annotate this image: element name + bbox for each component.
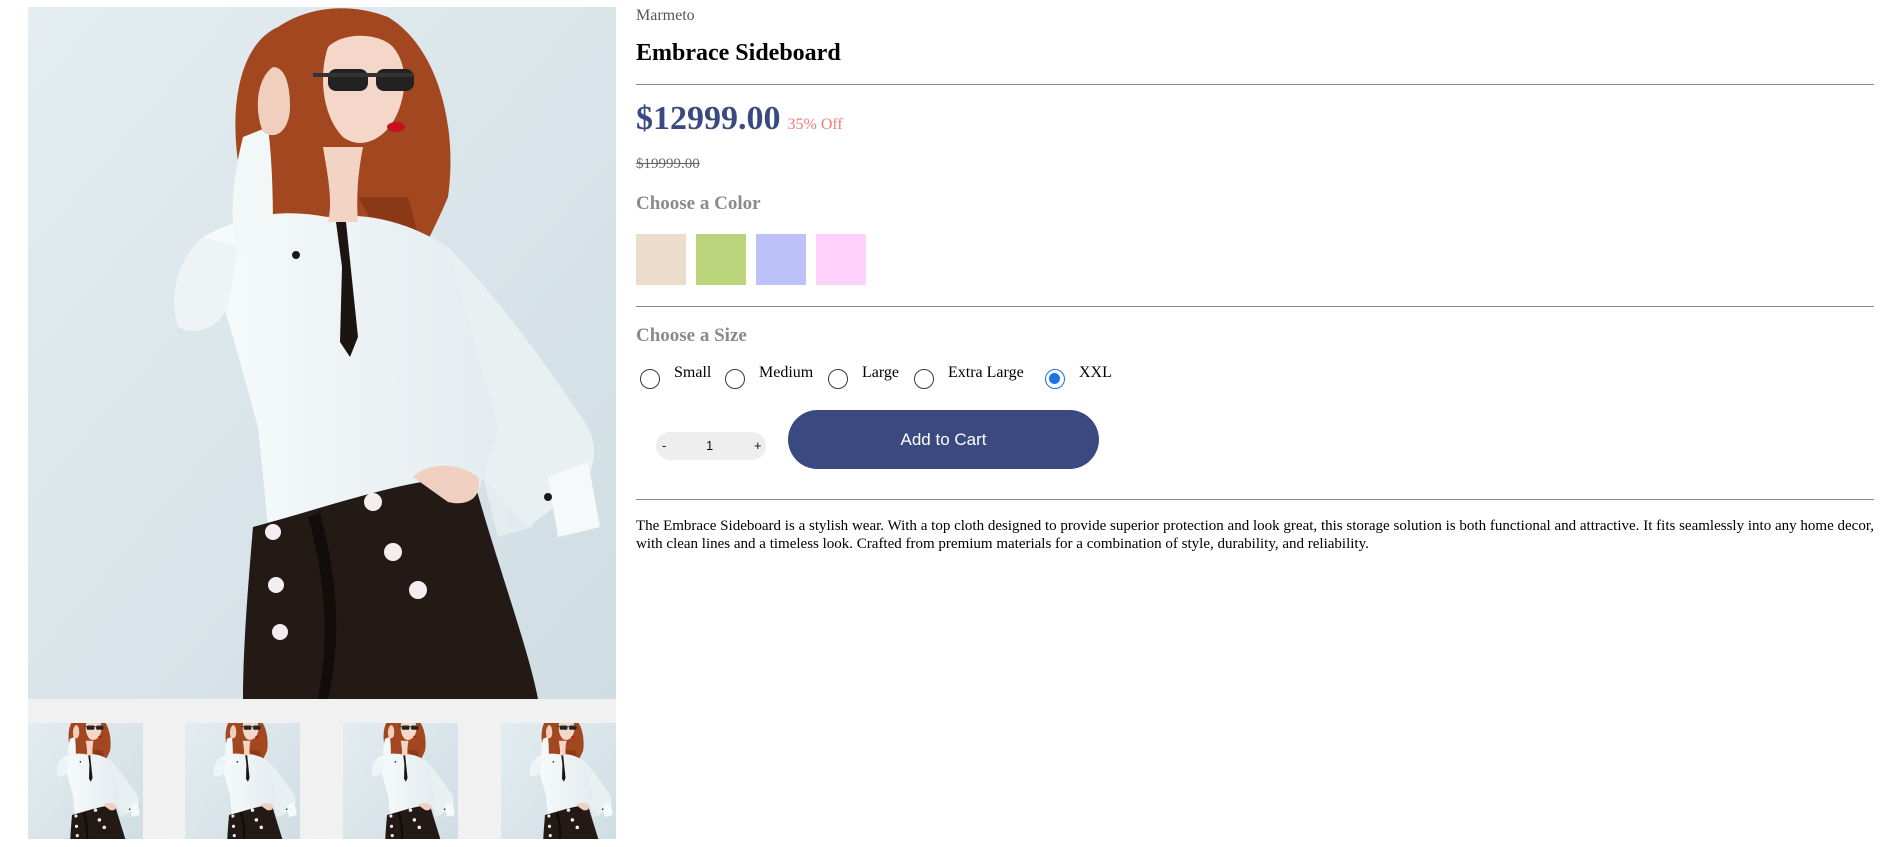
size-label: Small — [674, 364, 712, 381]
thumbnail-photo — [185, 723, 300, 839]
color-section-label: Choose a Color — [636, 193, 761, 214]
size-section-label: Choose a Size — [636, 325, 747, 346]
product-title: Embrace Sideboard — [636, 40, 841, 66]
add-to-cart-button[interactable]: Add to Cart — [788, 410, 1099, 469]
quantity-value[interactable]: 1 — [706, 438, 713, 453]
size-label: XXL — [1079, 364, 1112, 381]
color-swatch-beige[interactable] — [636, 234, 686, 285]
main-product-image[interactable] — [28, 7, 616, 699]
sale-price: $12999.00 — [636, 100, 781, 137]
size-radio[interactable] — [914, 369, 934, 389]
size-label: Extra Large — [948, 364, 1024, 381]
size-option-extra-large[interactable]: Extra Large — [914, 364, 1024, 389]
thumbnail-photo — [28, 723, 143, 839]
size-option-large[interactable]: Large — [828, 364, 900, 389]
size-radio-selected[interactable] — [1045, 369, 1065, 389]
size-radio[interactable] — [640, 369, 660, 389]
size-option-xxl[interactable]: XXL — [1045, 364, 1112, 389]
color-swatch-lavender[interactable] — [756, 234, 806, 285]
size-radio[interactable] — [828, 369, 848, 389]
discount-badge: 35% Off — [787, 116, 843, 133]
quantity-decrement-button[interactable]: - — [662, 438, 666, 453]
product-page: Marmeto Embrace Sideboard $12999.00 35% … — [0, 0, 1884, 847]
thumbnail-photo — [501, 723, 616, 839]
quantity-increment-button[interactable]: + — [754, 438, 762, 453]
thumbnail-2[interactable] — [185, 723, 300, 839]
thumbnail-4[interactable] — [501, 723, 616, 839]
product-description: The Embrace Sideboard is a stylish wear.… — [636, 518, 1874, 552]
color-swatch-pink[interactable] — [816, 234, 866, 285]
main-image-photo — [28, 7, 616, 699]
size-radio[interactable] — [725, 369, 745, 389]
quantity-stepper: - 1 + — [656, 432, 766, 460]
thumbnail-strip — [28, 699, 616, 839]
compare-price: $19999.00 — [636, 156, 700, 172]
divider — [636, 84, 1874, 85]
divider — [636, 499, 1874, 500]
color-swatch-green[interactable] — [696, 234, 746, 285]
product-gallery — [28, 7, 616, 839]
size-label: Large — [862, 364, 900, 381]
size-option-small[interactable]: Small — [640, 364, 712, 389]
price-row: $12999.00 35% Off — [636, 100, 843, 138]
thumbnail-3[interactable] — [343, 723, 458, 839]
divider — [636, 306, 1874, 307]
thumbnail-1[interactable] — [28, 723, 143, 839]
size-label: Medium — [759, 364, 814, 381]
size-option-medium[interactable]: Medium — [725, 364, 814, 389]
thumbnail-photo — [343, 723, 458, 839]
vendor-name: Marmeto — [636, 7, 695, 24]
